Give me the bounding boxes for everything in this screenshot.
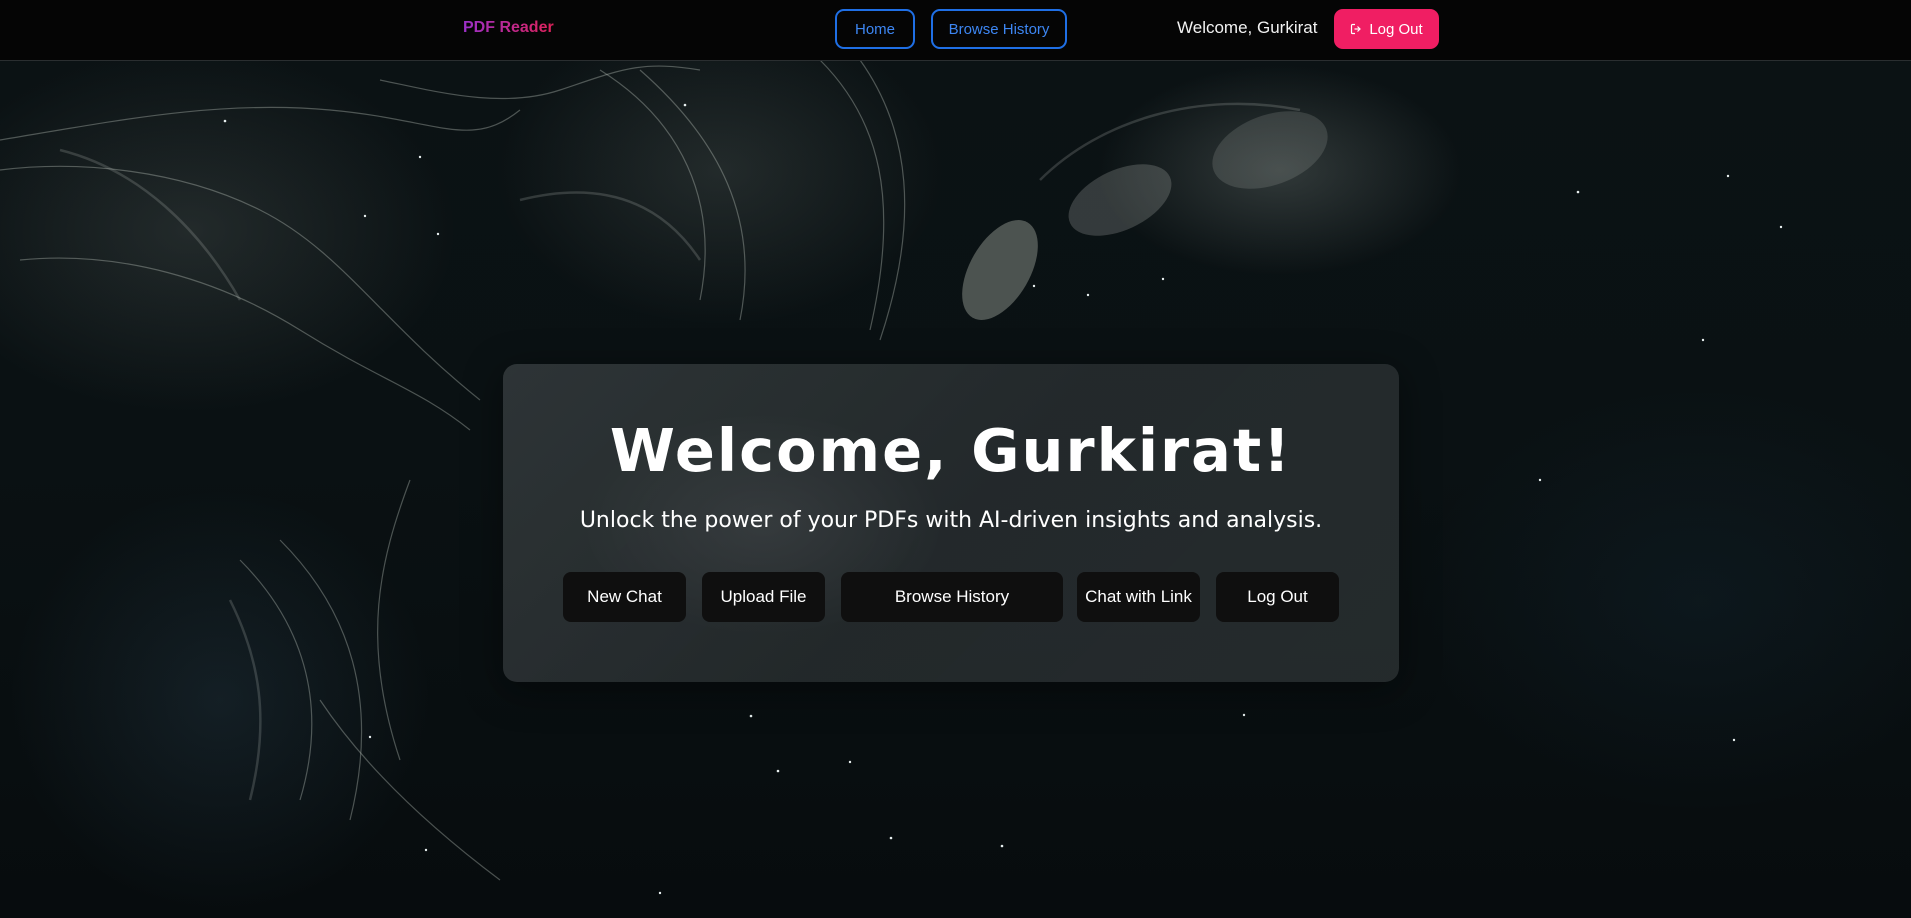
upload-file-button[interactable]: Upload File xyxy=(702,572,825,622)
top-navbar: PDF Reader Home Browse History Welcome, … xyxy=(0,0,1911,61)
hero-subtitle: Unlock the power of your PDFs with AI-dr… xyxy=(579,508,1323,533)
new-chat-button[interactable]: New Chat xyxy=(563,572,686,622)
chat-with-link-button[interactable]: Chat with Link xyxy=(1077,572,1200,622)
brand-logo[interactable]: PDF Reader xyxy=(463,19,554,37)
hero-logout-button[interactable]: Log Out xyxy=(1216,572,1339,622)
logout-button[interactable]: Log Out xyxy=(1334,9,1439,49)
hero-title: Welcome, Gurkirat! xyxy=(609,416,1293,485)
logout-icon xyxy=(1350,23,1362,35)
welcome-user-text: Welcome, Gurkirat xyxy=(1177,18,1318,37)
browse-history-button[interactable]: Browse History xyxy=(841,572,1063,622)
hero-card: Welcome, Gurkirat! Unlock the power of y… xyxy=(503,364,1399,682)
nav-home-button[interactable]: Home xyxy=(835,9,915,49)
logout-label: Log Out xyxy=(1369,20,1423,38)
nav-browse-history-button[interactable]: Browse History xyxy=(931,9,1067,49)
